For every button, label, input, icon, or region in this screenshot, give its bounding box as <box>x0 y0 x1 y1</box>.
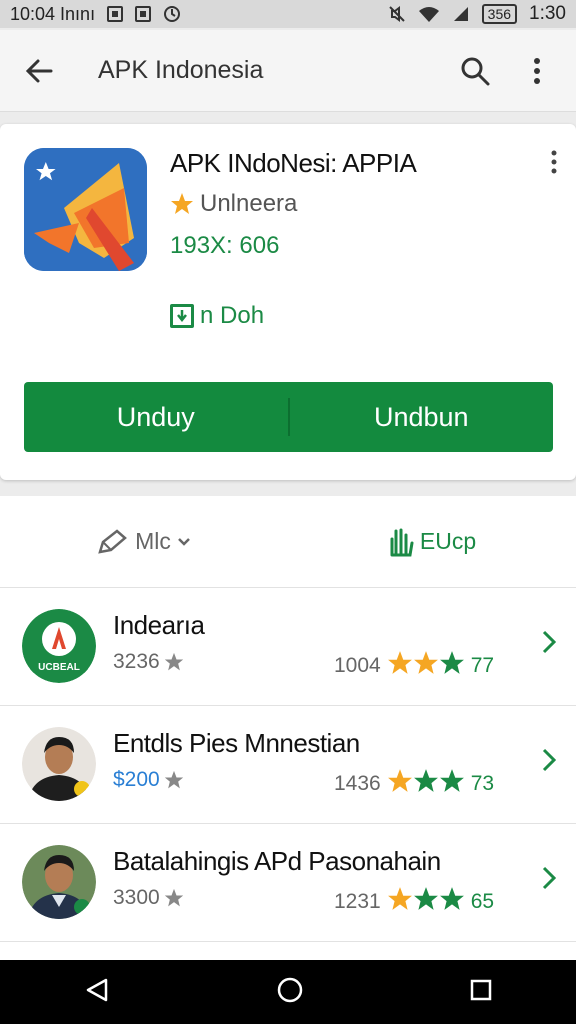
nav-home-button[interactable] <box>277 977 303 1008</box>
list-item[interactable]: Batalahingis APd Pasonahain 3300 1231 65 <box>0 824 576 942</box>
avatar <box>22 727 96 801</box>
list-item-rating: 1004 77 <box>334 650 494 682</box>
hand-icon <box>390 528 414 556</box>
clock-icon <box>164 6 181 22</box>
list-item-count: 3236 <box>113 650 184 674</box>
app-bar: APK Indonesia <box>0 30 576 112</box>
list-item-rating: 1436 73 <box>334 768 494 800</box>
star-icon <box>171 193 193 214</box>
page-title: APK Indonesia <box>98 56 264 84</box>
back-arrow-icon <box>25 59 53 82</box>
count-value: 3300 <box>113 886 160 909</box>
tab-more[interactable]: Mlc <box>0 496 288 587</box>
app-card-overflow-button[interactable] <box>550 150 558 179</box>
tabs: Mlc EUcp <box>0 496 576 588</box>
chevron-down-icon <box>178 537 190 546</box>
chevron-right-icon[interactable] <box>542 748 557 777</box>
person-avatar-icon <box>22 845 96 919</box>
more-vert-icon <box>534 57 540 84</box>
avatar <box>22 845 96 919</box>
app-logo-icon <box>24 148 147 271</box>
install-label: n Doh <box>200 302 265 329</box>
status-right: 356 1:30 <box>388 3 566 25</box>
list-item-title: Batalahingis APd Pasonahain <box>113 846 441 876</box>
related-apps-card: Mlc EUcp UCBEAL Indearıa 3236 1004 77 En… <box>0 496 576 966</box>
list-item-count: 3300 <box>113 886 184 910</box>
rating-stars <box>387 886 465 918</box>
rating-star-icon <box>387 651 412 674</box>
rating-score: 77 <box>470 654 495 677</box>
rating-star-icon <box>413 769 438 792</box>
status-left-text: 10:04 Inını <box>10 3 96 24</box>
rating-star-icon <box>413 887 438 910</box>
rating-star-icon <box>439 651 464 674</box>
chevron-right-icon[interactable] <box>542 866 557 895</box>
status-left: 10:04 Inını <box>10 4 181 25</box>
star-icon <box>164 770 183 789</box>
list-item-rating: 1231 65 <box>334 886 494 918</box>
wifi-icon <box>418 7 439 22</box>
app-detail-card: APK INdoNesi: APPIA Unlneera 193X: 606 n… <box>0 124 576 480</box>
rating-score: 73 <box>470 772 495 795</box>
list-item-title: Entdls Pies Mnnestian <box>113 728 360 758</box>
rating-count: 1004 <box>334 654 381 677</box>
chevron-right-icon[interactable] <box>542 630 557 659</box>
gallery-icon <box>135 6 152 22</box>
rating-score: 65 <box>470 890 495 913</box>
rating-count: 1436 <box>334 772 381 795</box>
battery-indicator: 356 <box>481 4 518 24</box>
status-time: 1:30 <box>529 3 566 24</box>
count-value: $200 <box>113 768 160 791</box>
tab-upload-label: EUcp <box>419 528 477 554</box>
tab-more-label: Mlc <box>135 528 171 554</box>
rating-star-icon <box>439 769 464 792</box>
app-rating: Unlneera <box>170 190 297 218</box>
download-button[interactable]: Unduy <box>24 382 288 452</box>
circle-home-icon <box>277 977 303 1002</box>
app-logo[interactable] <box>24 148 147 271</box>
install-status: n Doh <box>170 302 264 330</box>
search-button[interactable] <box>458 54 492 88</box>
triangle-back-icon <box>86 978 107 1001</box>
nav-recents-button[interactable] <box>470 979 492 1006</box>
avatar: UCBEAL <box>22 609 96 683</box>
app-name: APK INdoNesi: APPIA <box>170 148 417 178</box>
status-bar: 10:04 Inını 356 1:30 <box>0 0 576 28</box>
rating-stars <box>387 768 465 800</box>
rating-star-icon <box>439 887 464 910</box>
notification-icon <box>107 6 124 22</box>
rating-count: 1231 <box>334 890 381 913</box>
rating-star-icon <box>413 651 438 674</box>
avatar-badge-label: UCBEAL <box>38 662 80 673</box>
install-button[interactable]: Undbun <box>290 382 554 452</box>
mute-icon <box>388 6 405 22</box>
star-icon <box>164 888 183 907</box>
more-vert-icon <box>551 150 557 174</box>
search-icon <box>461 57 490 85</box>
system-nav-bar <box>0 960 576 1024</box>
tab-upload[interactable]: EUcp <box>288 496 576 587</box>
nav-back-button[interactable] <box>84 977 110 1008</box>
app-size: 193X: 606 <box>170 232 280 259</box>
download-button-bar: Unduy Undbun <box>24 382 553 452</box>
count-value: 3236 <box>113 650 160 673</box>
download-icon <box>170 304 194 328</box>
pencil-icon <box>98 528 128 554</box>
star-icon <box>164 652 183 671</box>
signal-icon <box>453 7 468 21</box>
overflow-menu-button[interactable] <box>520 54 554 88</box>
rating-label: Unlneera <box>200 190 298 217</box>
app-badge-icon: UCBEAL <box>22 609 96 683</box>
list-item-title: Indearıa <box>113 610 205 640</box>
back-button[interactable] <box>22 54 56 88</box>
square-recents-icon <box>471 979 492 1000</box>
list-item-count: $200 <box>113 768 184 792</box>
person-avatar-icon <box>22 727 96 801</box>
list-item[interactable]: UCBEAL Indearıa 3236 1004 77 <box>0 588 576 706</box>
rating-stars <box>387 650 465 682</box>
list-item[interactable]: Entdls Pies Mnnestian $200 1436 73 <box>0 706 576 824</box>
rating-star-icon <box>387 769 412 792</box>
rating-star-icon <box>387 887 412 910</box>
